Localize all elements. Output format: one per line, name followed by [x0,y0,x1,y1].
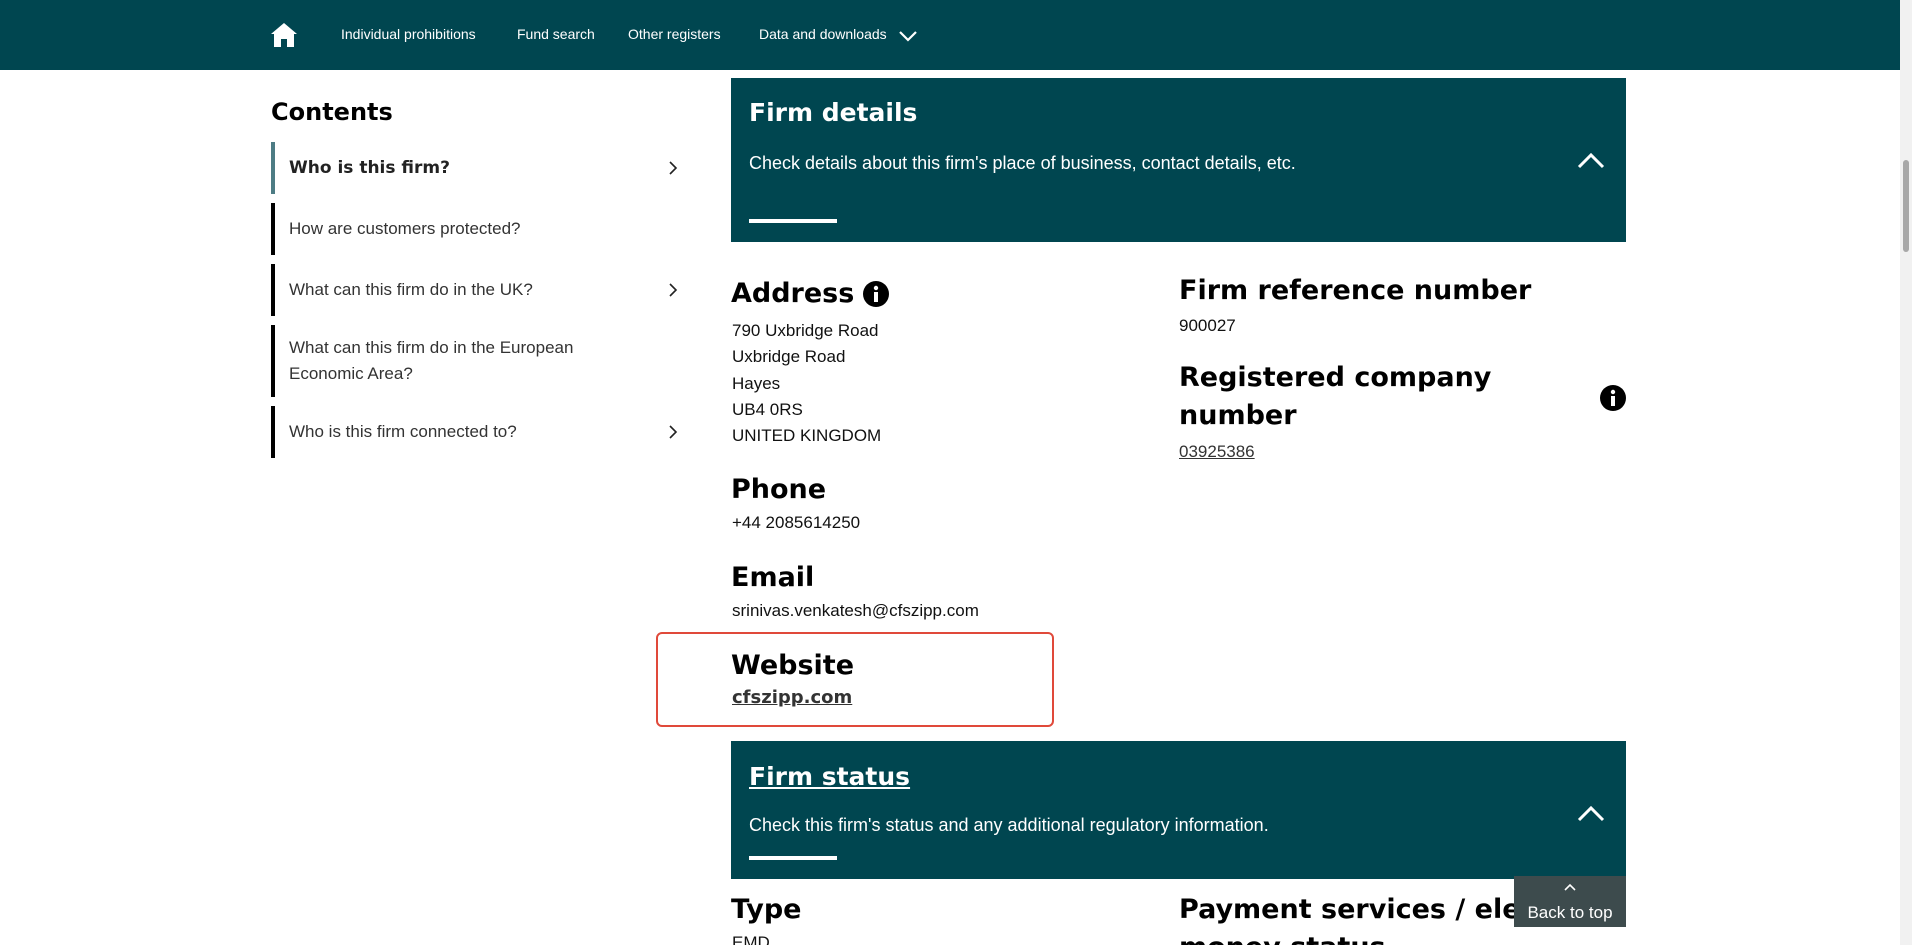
chevron-down-icon[interactable] [898,28,918,44]
firm-status-description: Check this firm's status and any additio… [749,815,1269,835]
sidebar-item-label: What can this firm do in the European Ec… [289,338,574,383]
chevron-up-icon[interactable] [1576,803,1606,823]
scrollbar[interactable] [1900,0,1912,945]
scroll-thumb[interactable] [1903,160,1909,252]
highlight-box [656,632,1054,727]
type-value: EMD [732,933,770,945]
address-line: UNITED KINGDOM [732,426,882,445]
company-number-container: 03925386 [1179,439,1255,466]
home-icon[interactable] [270,22,298,48]
type-label: Type [731,894,802,925]
phone-value: +44 2085614250 [732,513,861,532]
phone-label: Phone [731,474,827,505]
sidebar-item-who-is-this-firm[interactable]: Who is this firm? [271,142,691,194]
frn-label: Firm reference number [1179,275,1532,306]
firm-details-title: Firm details [749,98,918,127]
website-link[interactable]: cfszipp.com [732,687,852,708]
firm-details-accordion[interactable]: Firm details Check details about this fi… [731,78,1626,242]
sidebar-item-label: Who is this firm connected to? [289,422,517,441]
top-navigation: Individual prohibitions Fund search Othe… [0,0,1900,70]
sidebar-item-eea-activities[interactable]: What can this firm do in the European Ec… [271,325,691,397]
contents-title: Contents [271,98,393,126]
address-line: 790 Uxbridge Road [732,321,879,340]
accent-bar [749,856,837,860]
frn-value: 900027 [1179,316,1236,335]
address-line: UB4 0RS [732,400,803,419]
chevron-right-icon [669,425,678,439]
payment-status-label-cont: money status [1179,932,1386,945]
nav-individual-prohibitions[interactable]: Individual prohibitions [341,26,476,42]
sidebar-item-label: How are customers protected? [289,219,521,238]
back-to-top-label: Back to top [1527,903,1613,922]
sidebar-item-uk-activities[interactable]: What can this firm do in the UK? [271,264,691,316]
email-value: srinivas.venkatesh@cfszipp.com [732,601,979,620]
firm-details-description: Check details about this firm's place of… [749,153,1296,173]
chevron-up-icon[interactable] [1576,150,1606,170]
nav-data-and-downloads[interactable]: Data and downloads [759,26,887,42]
back-to-top-button[interactable]: Back to top [1514,876,1626,927]
website-label: Website [731,650,855,681]
address-label: Address [731,278,855,309]
company-number-label: Registered company [1179,362,1492,393]
sidebar-item-label: Who is this firm? [289,158,450,178]
info-icon[interactable] [863,281,889,307]
email-label: Email [731,562,815,593]
sidebar-item-label: What can this firm do in the UK? [289,280,533,299]
firm-status-title[interactable]: Firm status [749,762,910,791]
nav-other-registers[interactable]: Other registers [628,26,721,42]
company-number-label-cont: number [1179,400,1297,431]
nav-fund-search[interactable]: Fund search [517,26,595,42]
payment-status-label: Payment services / ele [1179,894,1521,925]
sidebar-item-customers-protected[interactable]: How are customers protected? [271,203,691,255]
firm-status-accordion[interactable]: Firm status Check this firm's status and… [731,741,1626,879]
chevron-up-icon [1564,883,1576,891]
sidebar-item-connections[interactable]: Who is this firm connected to? [271,406,691,458]
chevron-right-icon [669,283,678,297]
address-line: Hayes [732,374,781,393]
address-line: Uxbridge Road [732,347,846,366]
info-icon[interactable] [1600,385,1626,411]
company-number-link[interactable]: 03925386 [1179,442,1255,461]
accent-bar [749,219,837,223]
chevron-right-icon [669,161,678,175]
